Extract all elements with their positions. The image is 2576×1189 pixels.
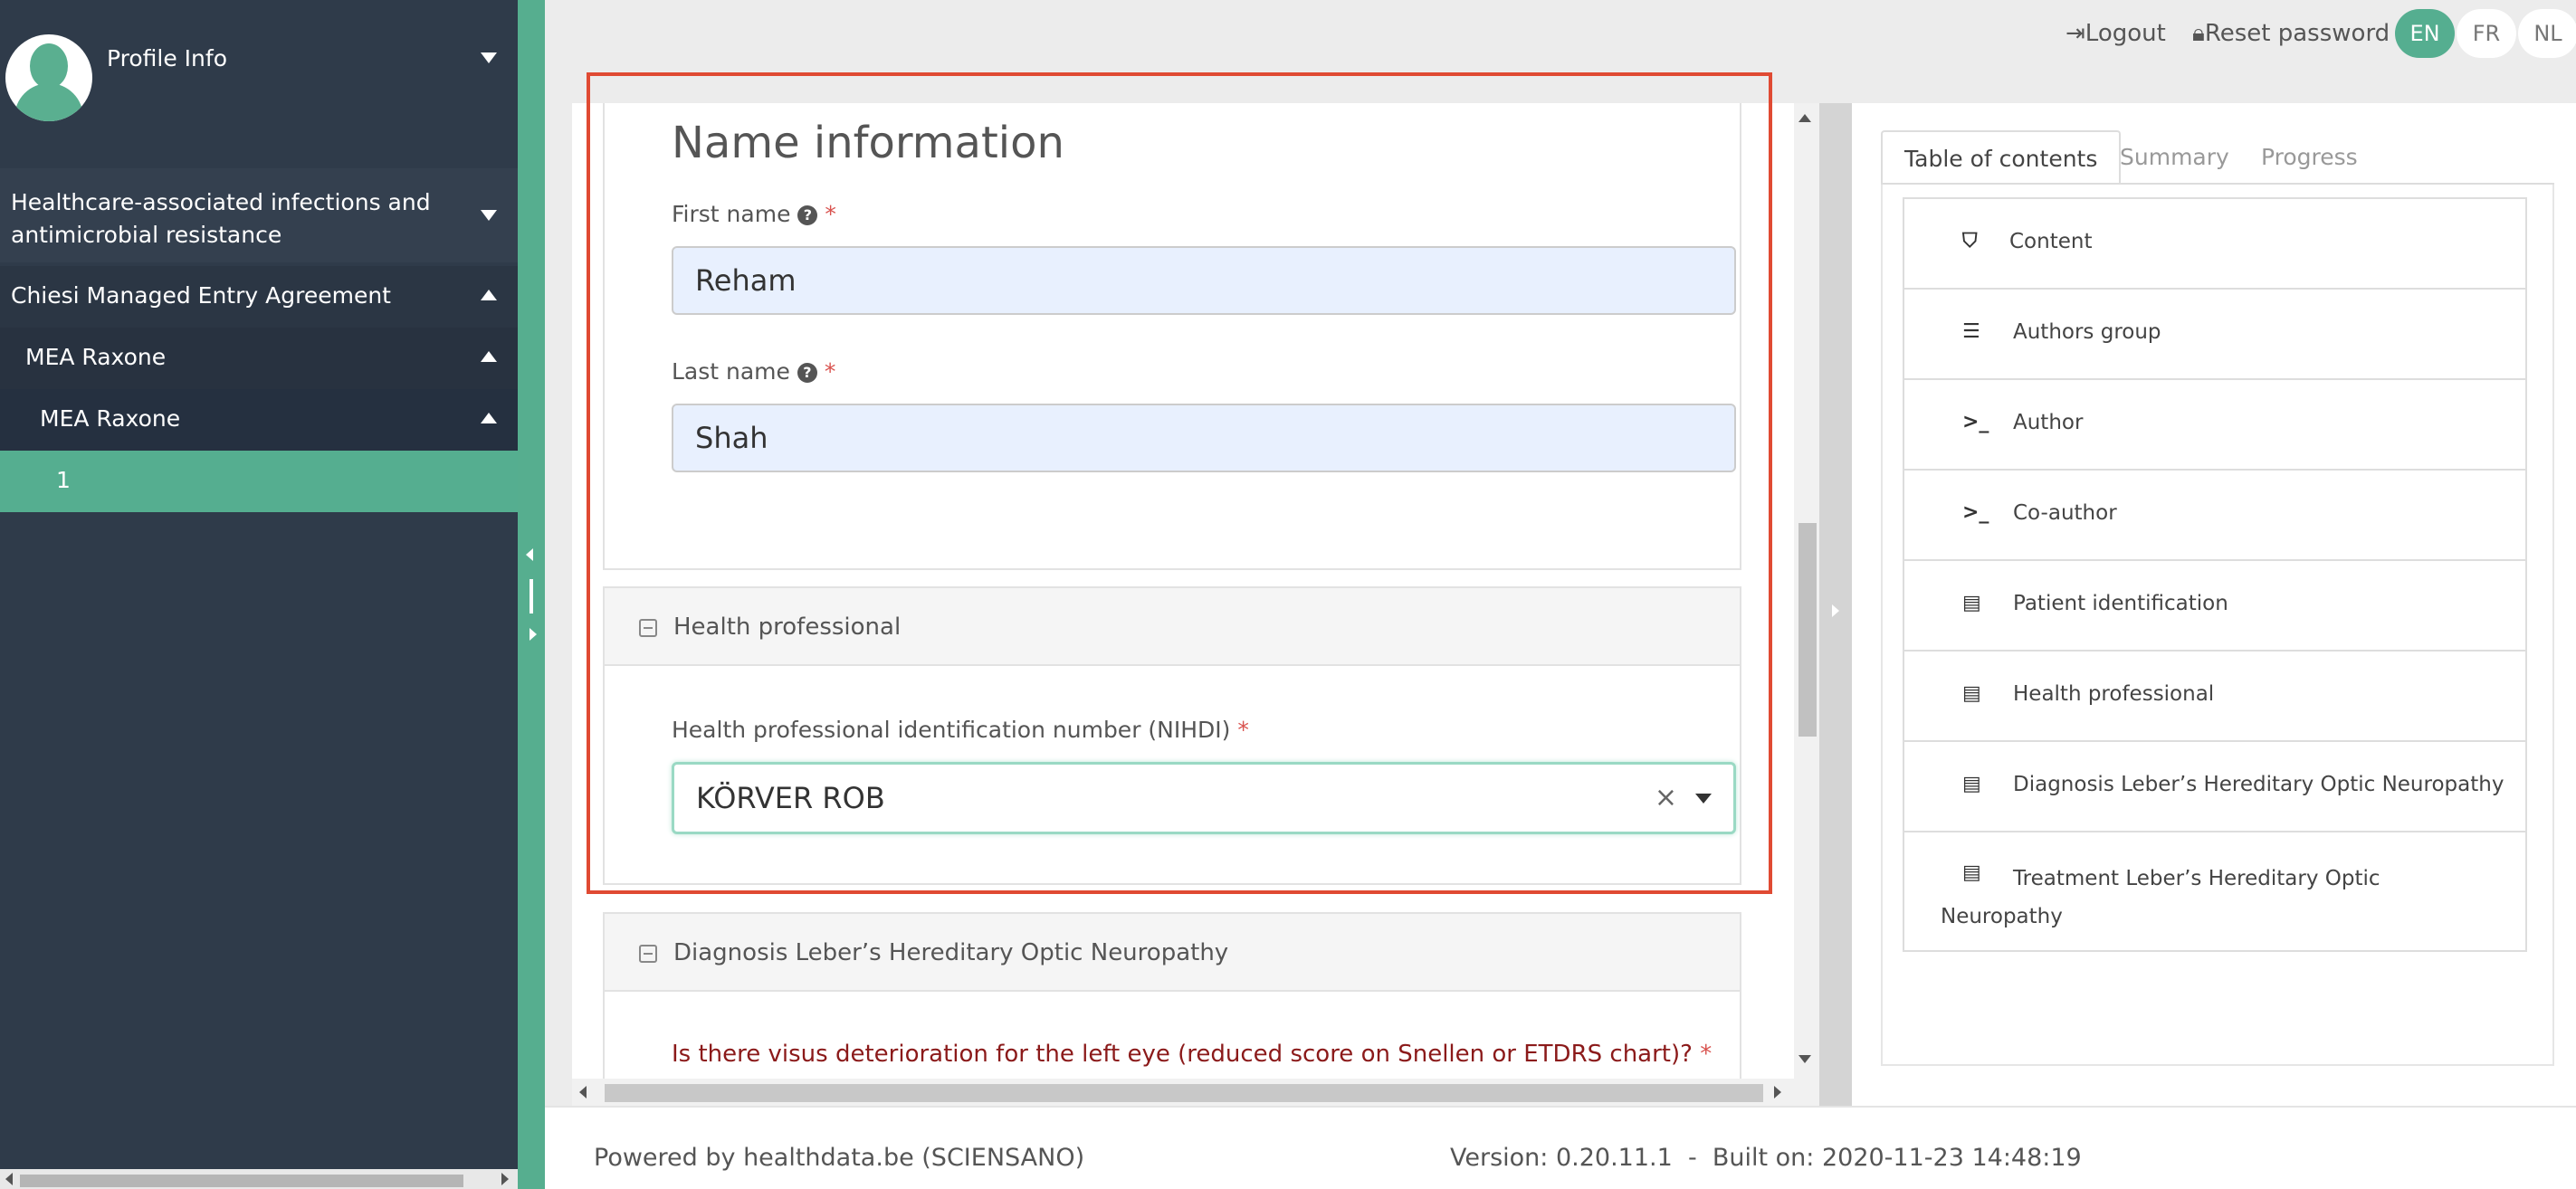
- language-nl-button[interactable]: NL: [2518, 9, 2576, 58]
- form-icon: ▤: [1962, 592, 1981, 614]
- sidebar-item-label: MEA Raxone: [25, 344, 167, 370]
- terminal-icon: >_: [1962, 501, 1989, 524]
- profile-menu[interactable]: Profile Info: [0, 0, 518, 121]
- scroll-up-icon[interactable]: [1798, 114, 1811, 122]
- toc-item-health-professional[interactable]: ▤ Health professional: [1903, 650, 2527, 742]
- tab-summary[interactable]: Summary: [2098, 130, 2251, 185]
- avatar: [5, 34, 92, 121]
- logout-link[interactable]: ⇥Logout: [2066, 20, 2166, 47]
- expand-right-icon[interactable]: [530, 628, 537, 641]
- html5-icon: ⛉: [1962, 230, 1978, 252]
- sidebar-item-label: Chiesi Managed Entry Agreement: [11, 282, 391, 309]
- chevron-down-icon: [481, 210, 497, 221]
- language-fr-button[interactable]: FR: [2457, 9, 2516, 58]
- expand-right-icon[interactable]: [1832, 604, 1839, 617]
- tab-table-of-contents[interactable]: Table of contents: [1881, 130, 2122, 185]
- scroll-left-icon[interactable]: [5, 1173, 13, 1185]
- chevron-up-icon: [481, 413, 497, 423]
- card-title: Diagnosis Leber’s Hereditary Optic Neuro…: [673, 939, 1229, 966]
- top-bar: ⇥Logout 🔒︎Reset password EN FR NL: [545, 0, 2576, 72]
- toc-item-content[interactable]: ⛉ Content: [1903, 197, 2527, 290]
- sidebar-item-chiesi[interactable]: Chiesi Managed Entry Agreement: [0, 266, 518, 328]
- toc-item-co-author[interactable]: >_ Co-author: [1903, 469, 2527, 561]
- scroll-down-icon[interactable]: [1798, 1055, 1811, 1063]
- toc-splitter[interactable]: [1819, 103, 1852, 1108]
- toc-item-label: Content: [2009, 230, 2093, 253]
- toc-item-label: Diagnosis Leber’s Hereditary Optic Neuro…: [2013, 773, 2504, 796]
- scrollbar-thumb[interactable]: [1798, 523, 1817, 737]
- sidebar-item-1[interactable]: 1: [0, 451, 518, 512]
- diagnosis-header[interactable]: Diagnosis Leber’s Hereditary Optic Neuro…: [605, 914, 1740, 992]
- toc-item-author[interactable]: >_ Author: [1903, 378, 2527, 471]
- powered-by-text: Powered by healthdata.be (SCIENSANO): [594, 1144, 1085, 1172]
- toc-item-label: Treatment Leber’s Hereditary Optic Neuro…: [1941, 867, 2380, 928]
- toc-item-diagnosis[interactable]: ▤ Diagnosis Leber’s Hereditary Optic Neu…: [1903, 740, 2527, 832]
- chevron-up-icon: [481, 290, 497, 300]
- scroll-right-icon[interactable]: [501, 1173, 509, 1185]
- toc-item-label: Health professional: [2013, 682, 2215, 706]
- sidebar-item-label: MEA Raxone: [40, 405, 181, 432]
- toc-panel: Table of contents Summary Progress ⛉ Con…: [1852, 103, 2576, 1108]
- splitter-handle[interactable]: [530, 579, 533, 614]
- terminal-icon: >_: [1962, 411, 1989, 433]
- toc-item-label: Author: [2013, 411, 2084, 434]
- tab-progress[interactable]: Progress: [2239, 130, 2380, 185]
- collapse-icon[interactable]: [639, 945, 657, 963]
- sidebar-splitter[interactable]: [518, 0, 545, 1189]
- highlight-box: [587, 72, 1772, 894]
- app-window: Profile Info Healthcare-associated infec…: [0, 0, 2576, 1189]
- form-icon: ▤: [1962, 682, 1981, 705]
- visus-left-eye-question: Is there visus deterioration for the lef…: [672, 1041, 1713, 1068]
- toc-item-label: Co-author: [2013, 501, 2117, 525]
- chevron-up-icon: [481, 351, 497, 362]
- version-text: Version: 0.20.11.1 - Built on: 2020-11-2…: [1450, 1144, 2082, 1172]
- diagnosis-card: Diagnosis Leber’s Hereditary Optic Neuro…: [603, 912, 1741, 1106]
- scroll-right-icon[interactable]: [1774, 1086, 1781, 1099]
- toc-item-authors-group[interactable]: ☰ Authors group: [1903, 288, 2527, 380]
- toc-item-treatment[interactable]: ▤ Treatment Leber’s Hereditary Optic Neu…: [1903, 831, 2527, 952]
- toc-item-patient-identification[interactable]: ▤ Patient identification: [1903, 559, 2527, 652]
- scroll-left-icon[interactable]: [579, 1086, 587, 1099]
- sidebar-item-mea-raxone-sub[interactable]: MEA Raxone: [0, 389, 518, 451]
- sidebar-item-mea-raxone[interactable]: MEA Raxone: [0, 328, 518, 389]
- toc-item-label: Patient identification: [2013, 592, 2228, 615]
- form-vertical-scrollbar[interactable]: [1794, 103, 1819, 1106]
- sidebar-item-label: 1: [56, 467, 71, 493]
- profile-label: Profile Info: [107, 45, 227, 71]
- form-horizontal-scrollbar[interactable]: [572, 1079, 1794, 1106]
- scrollbar-thumb[interactable]: [605, 1084, 1763, 1102]
- form-icon: ▤: [1962, 773, 1981, 795]
- language-en-button[interactable]: EN: [2395, 9, 2455, 58]
- scrollbar-thumb[interactable]: [20, 1175, 463, 1187]
- collapse-left-icon[interactable]: [526, 548, 533, 561]
- reset-password-link[interactable]: 🔒︎Reset password: [2192, 20, 2390, 48]
- sidebar: Profile Info Healthcare-associated infec…: [0, 0, 518, 1189]
- sidebar-item-label: Healthcare-associated infections and ant…: [11, 189, 431, 248]
- chevron-down-icon: [481, 52, 497, 63]
- toc-item-label: Authors group: [2013, 320, 2161, 344]
- list-icon: ☰: [1962, 320, 1980, 343]
- footer: Powered by healthdata.be (SCIENSANO) Ver…: [545, 1106, 2576, 1189]
- sidebar-item-healthcare-infections[interactable]: Healthcare-associated infections and ant…: [0, 168, 518, 262]
